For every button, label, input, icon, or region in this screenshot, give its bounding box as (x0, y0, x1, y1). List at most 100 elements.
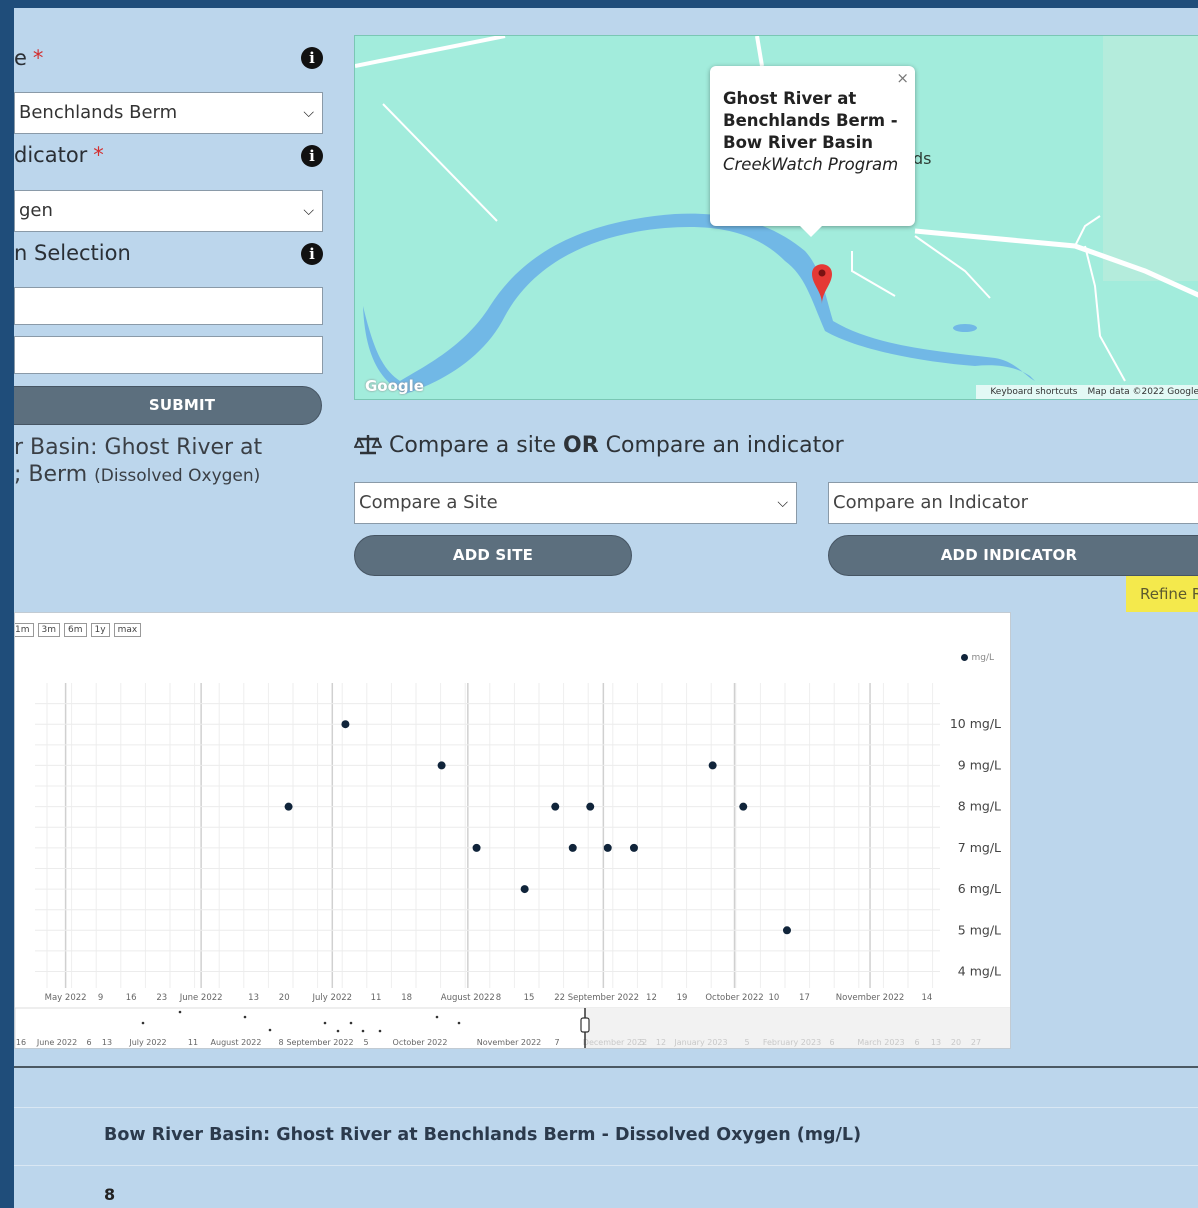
navigator-tick-label: 6 (829, 1038, 834, 1047)
navigator-tick-label: 16 (16, 1038, 26, 1047)
data-point (551, 802, 560, 811)
table-rule (14, 1165, 1198, 1166)
navigator-tick-label: 12 (656, 1038, 666, 1047)
data-point (782, 926, 791, 935)
x-tick-label: May 2022 (45, 993, 87, 1003)
navigator-point (323, 1021, 327, 1025)
compare-site-select[interactable]: Compare a Site ⌵ (354, 482, 797, 524)
data-point (284, 802, 293, 811)
navigator-tick-label: 8 (278, 1038, 283, 1047)
river (363, 213, 1035, 394)
timeseries-chart: 1m 3m 6m 1y max mg/L 4 mg/L 5 mg/L 6 mg/L 7 mg/… (14, 612, 1011, 1049)
x-tick-label: 17 (799, 993, 810, 1003)
indicator-field-label: dicator * (14, 143, 104, 167)
site-field-label: e * (14, 46, 44, 70)
map-road (1074, 215, 1101, 247)
x-tick-label: June 2022 (179, 993, 223, 1003)
navigator-tick-label: 13 (931, 1038, 941, 1047)
result-title: r Basin: Ghost River at ; Berm (Dissolve… (14, 435, 263, 487)
pond (953, 324, 977, 332)
indicator-select[interactable]: gen ⌵ (14, 190, 323, 232)
x-tick-label: 10 (768, 993, 779, 1003)
navigator-handle (580, 1017, 590, 1033)
x-tick-label: 8 (496, 993, 501, 1003)
navigator-tick-label: 5 (363, 1038, 368, 1047)
x-tick-label: August 2022 (441, 993, 495, 1003)
map-view[interactable]: ds × Ghost River at Benchlands Berm - Bo… (354, 35, 1198, 400)
y-tick-label: 8 mg/L (958, 799, 1001, 814)
map-road (914, 235, 991, 299)
compare-heading: Compare a site OR Compare an indicator (353, 433, 844, 458)
app-frame: e * i Benchlands Berm ⌵ dicator * i gen ⌵ n … (14, 8, 1198, 1208)
chevron-down-icon: ⌵ (777, 495, 788, 511)
navigator-tick-label: September 2022 (286, 1038, 353, 1047)
data-table-value: 8 (104, 1185, 116, 1204)
add-site-button[interactable]: ADD SITE (354, 535, 632, 576)
start-date-input[interactable] (14, 287, 323, 325)
site-info-icon[interactable]: i (301, 47, 323, 69)
navigator-point (361, 1029, 365, 1033)
navigator-point (336, 1029, 340, 1033)
x-tick-label: September 2022 (568, 993, 639, 1003)
x-tick-label: 13 (248, 993, 259, 1003)
chevron-down-icon: ⌵ (303, 203, 314, 219)
navigator-point (268, 1028, 272, 1032)
date-info-icon[interactable]: i (301, 243, 323, 265)
indicator-info-icon[interactable]: i (301, 145, 323, 167)
data-table-title: Bow River Basin: Ghost River at Benchlan… (104, 1125, 862, 1145)
x-tick-label: 12 (646, 993, 657, 1003)
google-logo: Google (365, 377, 424, 395)
data-point (739, 802, 748, 811)
navigator-tick-label: January 2023 (673, 1038, 727, 1047)
submit-button[interactable]: SUBMIT (14, 386, 322, 425)
date-selection-label: n Selection (14, 241, 131, 265)
x-tick-label: October 2022 (705, 993, 763, 1003)
y-tick-label: 7 mg/L (958, 840, 1001, 855)
x-tick-label: 9 (98, 993, 103, 1003)
x-tick-label: 15 (524, 993, 535, 1003)
y-tick-label: 9 mg/L (958, 757, 1001, 772)
navigator-tick-label: February 2023 (763, 1038, 821, 1047)
balance-scale-icon (353, 435, 383, 455)
y-tick-label: 6 mg/L (958, 881, 1001, 896)
x-tick-label: 18 (401, 993, 412, 1003)
map-marker-center (818, 269, 826, 277)
navigator-point (178, 1010, 182, 1014)
navigator-tick-label: October 2022 (393, 1038, 448, 1047)
popup-close-icon[interactable]: × (896, 67, 909, 89)
table-rule (14, 1107, 1198, 1108)
y-tick-label: 10 mg/L (950, 716, 1001, 731)
site-select[interactable]: Benchlands Berm ⌵ (14, 92, 323, 134)
navigator-tick-label: March 2023 (857, 1038, 904, 1047)
map-data-credit: Map data ©2022 Google (1087, 387, 1198, 397)
navigator-point (457, 1021, 461, 1025)
data-point (341, 720, 350, 729)
map-road (755, 36, 764, 67)
data-point (603, 843, 612, 852)
navigator-tick-label: December 2022 (583, 1038, 647, 1047)
end-date-input[interactable] (14, 336, 323, 374)
navigator-point (243, 1015, 247, 1019)
x-tick-label: July 2022 (311, 993, 352, 1003)
keyboard-shortcuts-link[interactable]: Keyboard shortcuts (990, 387, 1077, 397)
navigator-tick-label: November 2022 (477, 1038, 542, 1047)
navigator-point (141, 1021, 145, 1025)
navigator-tick-label: 5 (744, 1038, 749, 1047)
compare-indicator-select[interactable]: Compare an Indicator (828, 482, 1198, 524)
data-point (586, 802, 595, 811)
add-indicator-button[interactable]: ADD INDICATOR (828, 535, 1198, 576)
popup-program: CreekWatch Program (723, 155, 899, 174)
map-road (851, 251, 896, 297)
map-road (355, 36, 506, 68)
y-tick-label: 4 mg/L (958, 964, 1001, 979)
data-point (568, 843, 577, 852)
x-tick-label: 16 (126, 993, 137, 1003)
data-point (437, 761, 446, 770)
navigator-tick-label: June 2022 (36, 1038, 77, 1047)
refine-button[interactable]: Refine R (1126, 576, 1198, 612)
map-attribution: Keyboard shortcuts Map data ©2022 Google (976, 385, 1198, 399)
x-tick-label: 19 (677, 993, 688, 1003)
map-road (382, 103, 498, 222)
data-point (520, 885, 529, 894)
navigator-tick-label: 11 (188, 1038, 198, 1047)
